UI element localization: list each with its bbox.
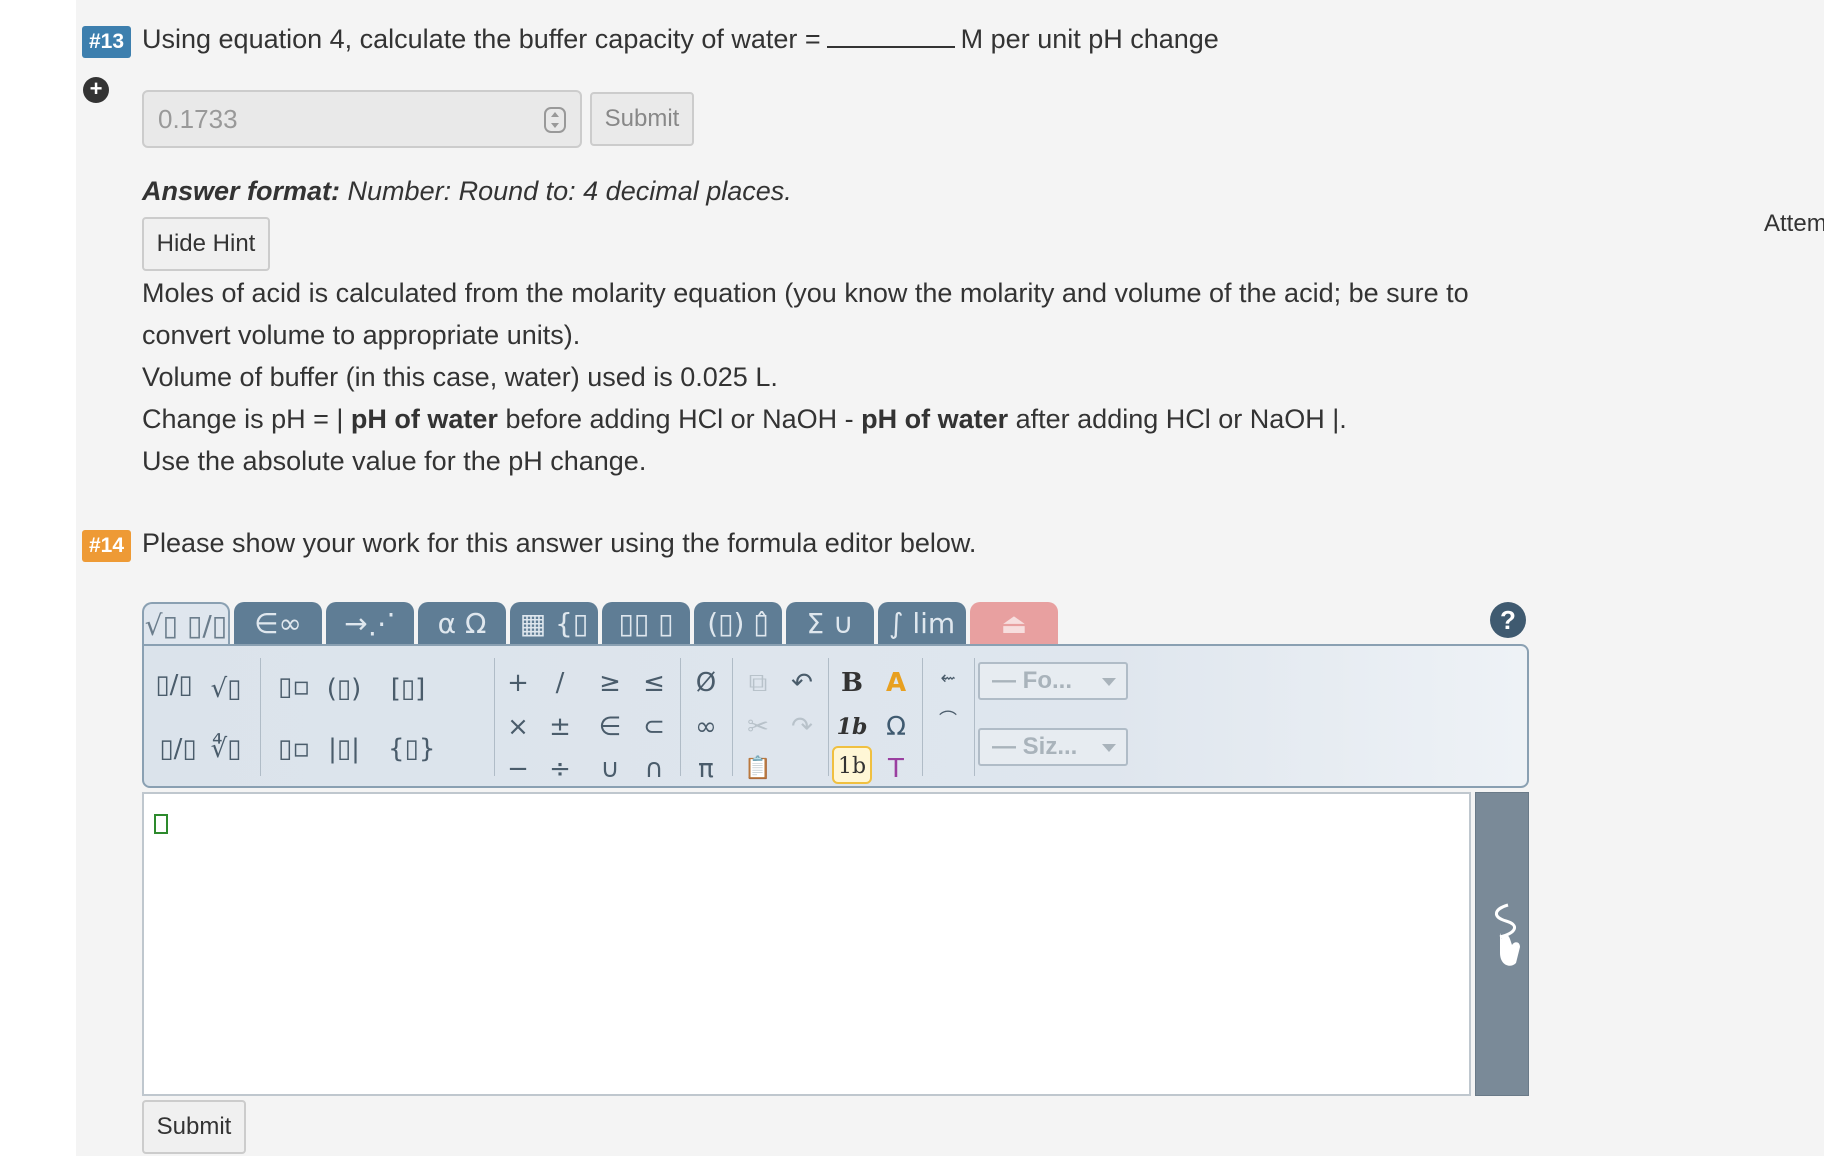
text-color-icon[interactable]: A: [876, 664, 916, 702]
input-placeholder-box: [154, 814, 168, 834]
rtl-text-icon[interactable]: ⇜: [928, 660, 968, 698]
hint-line-4: Use the absolute value for the pH change…: [142, 446, 647, 476]
plus-minus-button[interactable]: ±: [540, 708, 580, 746]
divide-button[interactable]: ÷: [540, 750, 580, 788]
question-14-text: Please show your work for this answer us…: [142, 528, 977, 558]
plus-icon[interactable]: +: [83, 77, 109, 103]
hint-line-2: Volume of buffer (in this case, water) u…: [142, 362, 778, 392]
toolbar-separator: [828, 658, 829, 776]
answer-input[interactable]: 0.1733: [142, 90, 582, 148]
square-brackets-button[interactable]: [▯]: [388, 670, 428, 708]
answer-blank: [826, 26, 955, 48]
hint-line-3-e: after adding HCl or NaOH |.: [1015, 404, 1347, 434]
infinity-button[interactable]: ∞: [686, 708, 726, 746]
question-14-badge: #14: [82, 530, 132, 562]
tab-brackets[interactable]: (▯) ▯̂: [694, 602, 782, 646]
font-family-dropdown[interactable]: — Fo...: [978, 662, 1128, 700]
answer-format-label: Answer format:: [142, 176, 341, 206]
hint-line-1: Moles of acid is calculated from the mol…: [142, 278, 1469, 350]
tab-big-operators[interactable]: Σ ∪: [786, 602, 874, 646]
toolbar-separator: [260, 658, 261, 776]
intersection-button[interactable]: ∩: [634, 750, 674, 788]
bold-button[interactable]: B: [832, 664, 872, 702]
element-of-button[interactable]: ∈: [590, 708, 630, 746]
submit-button-q14[interactable]: Submit: [142, 1100, 246, 1154]
handwriting-icon: [1495, 903, 1520, 966]
ligature-icon[interactable]: ⌒: [928, 702, 968, 740]
paste-icon[interactable]: 📋: [738, 750, 778, 788]
handwriting-panel[interactable]: [1475, 792, 1529, 1096]
hint-line-3-a: Change is pH = |: [142, 404, 344, 434]
minus-button[interactable]: −: [498, 750, 538, 788]
slash-button[interactable]: /: [540, 664, 580, 702]
tab-sets[interactable]: ∈∞: [234, 602, 322, 646]
geq-button[interactable]: ≥: [590, 664, 630, 702]
hint-line-3-b: pH of water: [350, 404, 498, 434]
hint-line-3-c: before adding HCl or NaOH -: [505, 404, 854, 434]
tab-extra[interactable]: ⏏: [970, 602, 1058, 646]
union-button[interactable]: ∪: [590, 750, 630, 788]
toolbar-separator: [732, 658, 733, 776]
tab-basic[interactable]: √▯ ▯/▯: [142, 602, 230, 648]
subset-button[interactable]: ⊂: [634, 708, 674, 746]
slash-fraction-button[interactable]: ▯/▯: [158, 730, 198, 768]
curly-braces-button[interactable]: {▯}: [388, 730, 435, 768]
hint-line-3-d: pH of water: [861, 404, 1009, 434]
leq-button[interactable]: ≤: [634, 664, 674, 702]
toolbar-separator: [974, 658, 975, 776]
copy-icon[interactable]: ⧉: [738, 664, 778, 702]
toolbar-separator: [922, 658, 923, 776]
subscript-button[interactable]: ▯▫: [274, 730, 314, 768]
tab-greek[interactable]: α Ω: [418, 602, 506, 646]
question-13-text-before: Using equation 4, calculate the buffer c…: [142, 24, 821, 54]
undo-icon[interactable]: ↶: [782, 664, 822, 702]
pi-button[interactable]: π: [686, 750, 726, 788]
plus-button[interactable]: +: [498, 664, 538, 702]
font-size-dropdown[interactable]: — Siz...: [978, 728, 1128, 766]
question-13-badge: #13: [82, 26, 132, 58]
answer-input-value: 0.1733: [158, 104, 238, 134]
italic-button[interactable]: 1b: [832, 708, 872, 746]
formula-editor-area[interactable]: [142, 792, 1471, 1096]
spinner-icon[interactable]: [544, 107, 566, 133]
answer-format: Answer format: Number: Round to: 4 decim…: [142, 176, 792, 207]
editor-toolbar: ▯/▯ √▯ ▯/▯ ∜▯ ▯▫ (▯) [▯] ▯▫ |▯| {▯} + / …: [142, 644, 1529, 788]
parentheses-button[interactable]: (▯): [324, 670, 364, 708]
sqrt-button[interactable]: √▯: [206, 670, 246, 708]
nth-root-button[interactable]: ∜▯: [206, 730, 246, 768]
superscript-button[interactable]: ▯▫: [274, 668, 314, 706]
attempts-label: Attem: [1764, 210, 1824, 237]
hint-line-3: Change is pH = | pH of water before addi…: [142, 398, 1522, 440]
times-button[interactable]: ×: [498, 708, 538, 746]
fraction-button[interactable]: ▯/▯: [154, 666, 194, 704]
help-icon[interactable]: ?: [1490, 602, 1526, 638]
special-characters-icon[interactable]: Ω: [876, 708, 916, 746]
empty-set-button[interactable]: Ø: [686, 664, 726, 702]
left-gutter: [0, 0, 76, 1156]
tab-scripts[interactable]: ▯▯ ▯: [602, 602, 690, 646]
submit-button-q13[interactable]: Submit: [590, 92, 694, 146]
question-13-text: Using equation 4, calculate the buffer c…: [142, 24, 1219, 55]
absolute-value-button[interactable]: |▯|: [324, 730, 364, 768]
tab-calculus[interactable]: ∫ lim: [878, 602, 966, 646]
answer-format-value: Number: Round to: 4 decimal places.: [347, 176, 792, 206]
redo-icon[interactable]: ↷: [782, 708, 822, 746]
tab-arrows[interactable]: →⋰: [326, 602, 414, 646]
cut-icon[interactable]: ✂: [738, 708, 778, 746]
question-13-text-after: M per unit pH change: [960, 24, 1219, 54]
hint-text: Moles of acid is calculated from the mol…: [142, 272, 1522, 482]
toolbar-separator: [494, 658, 495, 776]
hide-hint-button[interactable]: Hide Hint: [142, 217, 270, 271]
tab-matrix[interactable]: ▦ {▯: [510, 602, 598, 646]
text-mode-icon[interactable]: T: [876, 750, 916, 788]
roman-button[interactable]: 1b: [832, 746, 872, 784]
toolbar-separator: [680, 658, 681, 776]
